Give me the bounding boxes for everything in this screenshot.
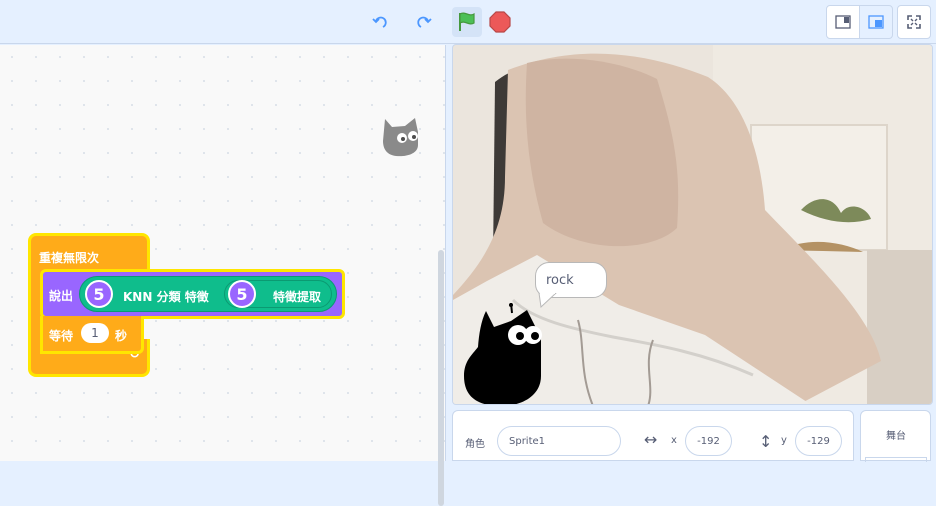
sprite-label: 角色 <box>465 439 485 450</box>
y-position-input[interactable]: -129 <box>795 426 842 456</box>
stage-panel-label: 舞台 <box>886 431 906 442</box>
redo-icon[interactable] <box>412 10 436 34</box>
small-stage-icon[interactable] <box>826 5 860 39</box>
x-position-input[interactable]: -192 <box>685 426 732 456</box>
say-block[interactable]: 說出 5 KNN 分類 特徵 5 特徵提取 <box>40 269 345 319</box>
sprite-name-input[interactable]: Sprite1 <box>497 426 621 456</box>
stage-selector-panel[interactable]: 舞台 <box>860 410 931 462</box>
y-label: y <box>781 435 787 446</box>
large-stage-icon[interactable] <box>859 5 893 39</box>
wait-block[interactable]: 等待 1 秒 <box>40 316 144 354</box>
feature-number-badge: 5 <box>228 280 256 308</box>
stop-icon[interactable] <box>485 7 515 37</box>
top-toolbar <box>0 0 936 44</box>
stage-canvas[interactable]: rock <box>452 44 933 405</box>
knn-label: KNN 分類 特徵 <box>123 290 209 304</box>
y-arrows-icon: ↕ <box>759 432 773 451</box>
feature-label: 特徵提取 <box>273 290 322 304</box>
say-label: 說出 <box>49 289 74 303</box>
forever-label: 重複無限次 <box>39 251 100 265</box>
wait-seconds-input[interactable]: 1 <box>81 323 109 343</box>
wait-unit-label: 秒 <box>115 329 128 343</box>
fullscreen-icon[interactable] <box>897 5 931 39</box>
knn-number-badge: 5 <box>85 280 113 308</box>
stage-thumbnail-edge <box>865 457 927 462</box>
x-arrows-icon: ↔ <box>644 430 658 449</box>
knn-classify-reporter[interactable]: 5 KNN 分類 特徵 5 特徵提取 <box>79 276 337 312</box>
sprite-thumbnail-icon <box>380 107 424 161</box>
undo-icon[interactable] <box>368 10 392 34</box>
cat-sprite[interactable] <box>461 303 547 405</box>
sprite-info-panel: 角色 Sprite1 ↔ x -192 ↕ y -129 <box>452 410 854 461</box>
wait-label: 等待 <box>49 329 74 343</box>
code-area[interactable]: 重複無限次 ↻ 說出 5 KNN 分類 特徵 5 特徵提取 等待 1 秒 <box>0 45 446 506</box>
speech-bubble-text: rock <box>546 273 574 288</box>
forever-block[interactable]: 重複無限次 <box>28 233 150 273</box>
code-scrollbar[interactable] <box>438 250 444 506</box>
feature-extract-reporter[interactable]: 5 特徵提取 <box>224 280 332 308</box>
green-flag-icon[interactable] <box>452 7 482 37</box>
x-label: x <box>671 435 677 446</box>
